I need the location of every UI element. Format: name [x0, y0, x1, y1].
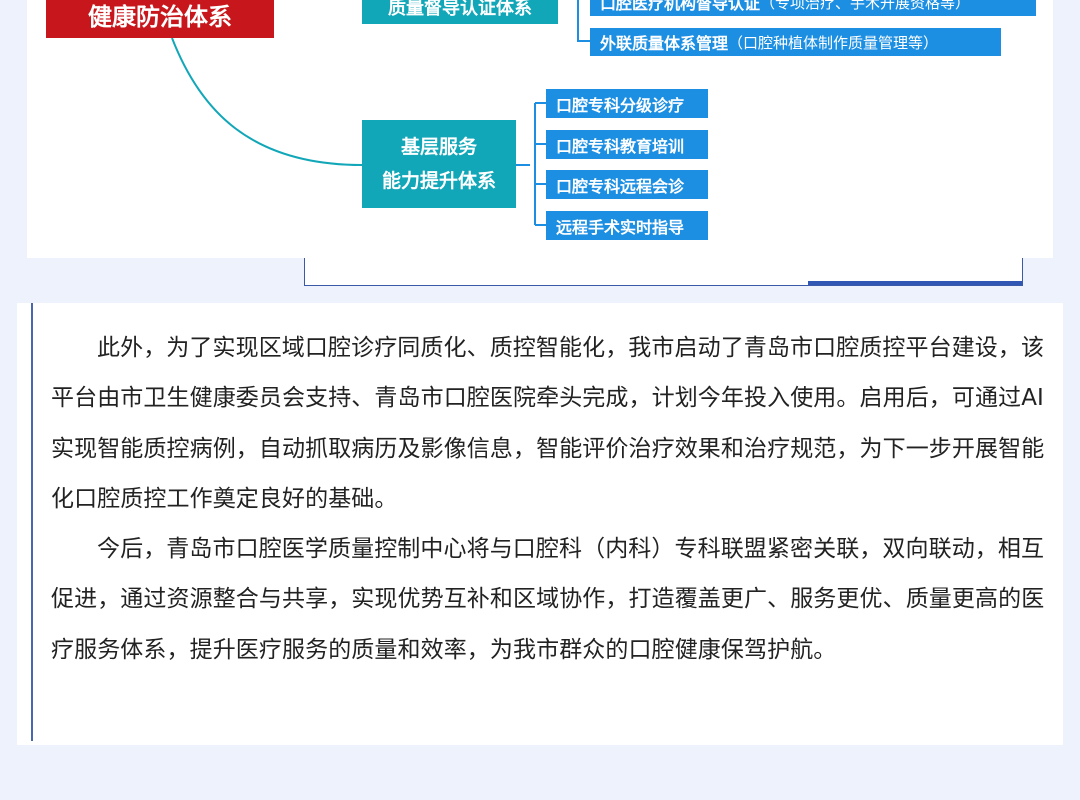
root-to-mid-connector [171, 37, 363, 166]
article-paragraph-1: 此外，为了实现区域口腔诊疗同质化、质控智能化，我市启动了青岛市口腔质控平台建设，… [51, 335, 1045, 512]
top-items-connector [577, 0, 590, 42]
top-item-2-main: 外联质量体系管理 [600, 34, 729, 53]
top-item-1-main: 口腔医疗机构督导认证 [600, 0, 761, 13]
top-item-1-sub: （专项治疗、手术开展资格等） [760, 0, 971, 12]
root-box: 健康防治体系 [46, 0, 274, 38]
grassroots-box-line1: 基层服务 [400, 136, 477, 158]
article-paragraph-2: 今后，青岛市口腔医学质量控制中心将与口腔科（内科）专科联盟紧密关联，双向联动，相… [51, 536, 1045, 663]
article-left-rule [31, 303, 33, 741]
diagram-frame-accent [808, 281, 1022, 285]
top-item-1: 口腔医疗机构督导认证 （专项治疗、手术开展资格等） [590, 0, 1036, 16]
mid-item-4: 远程手术实时指导 [546, 211, 708, 240]
mid-item-2: 口腔专科教育培训 [546, 130, 708, 159]
quality-system-box: 质量督导认证体系 [362, 0, 558, 24]
mid-items-branches [535, 102, 546, 226]
mid-item-1: 口腔专科分级诊疗 [546, 89, 708, 118]
article-card: 此外，为了实现区域口腔诊疗同质化、质控智能化，我市启动了青岛市口腔质控平台建设，… [17, 303, 1063, 745]
grassroots-system-box: 基层服务 能力提升体系 [362, 120, 516, 208]
top-item-2-sub: （口腔种植体制作质量管理等） [728, 33, 939, 52]
grassroots-box-line2: 能力提升体系 [381, 170, 496, 192]
top-item-2: 外联质量体系管理 （口腔种植体制作质量管理等） [590, 28, 1001, 56]
mid-item-3: 口腔专科远程会诊 [546, 170, 708, 199]
